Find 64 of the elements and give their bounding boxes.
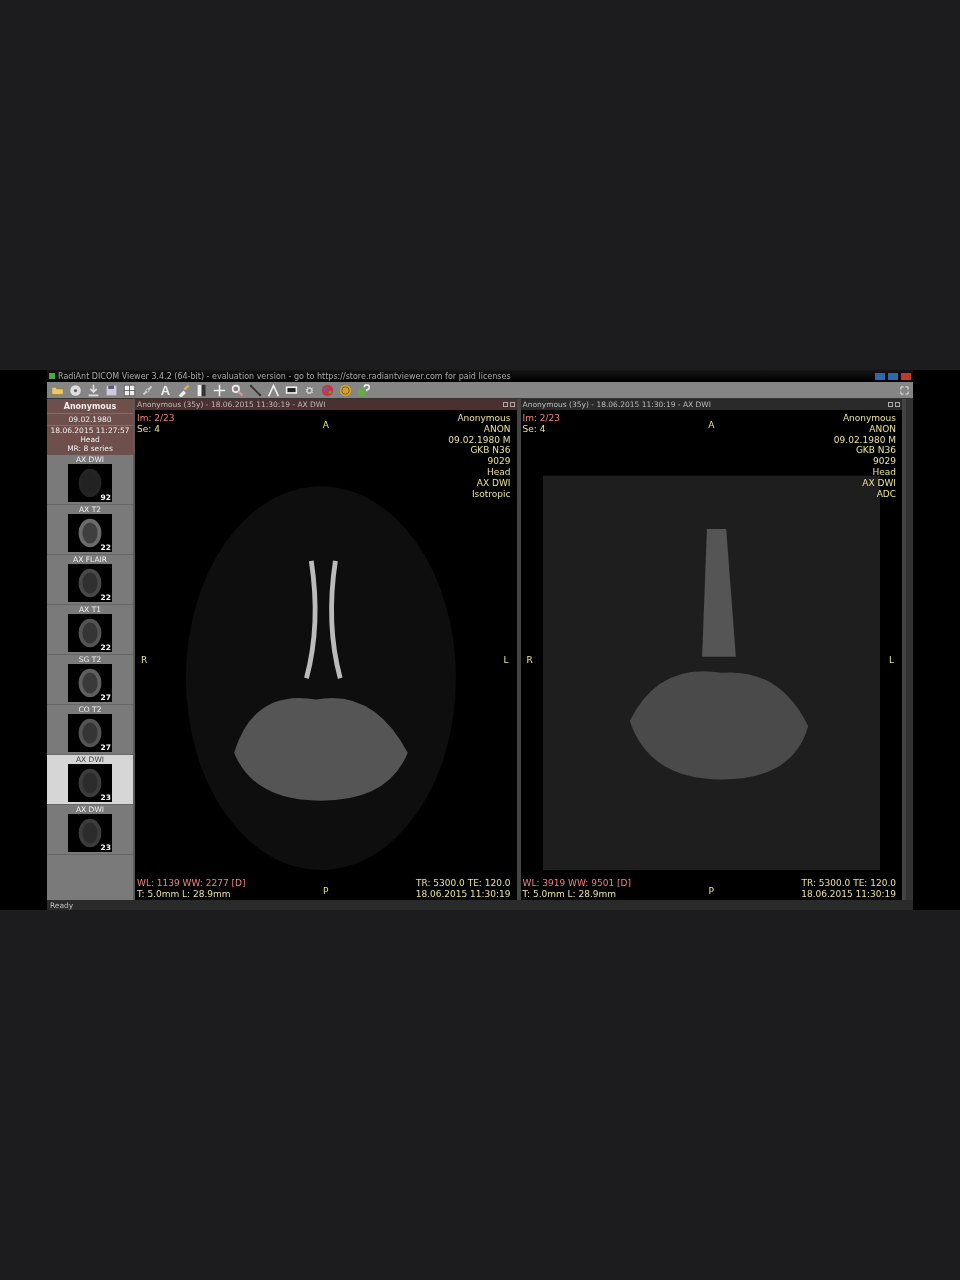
fullscreen-icon[interactable] (900, 385, 909, 395)
patient-info-text: ANON (482, 423, 511, 435)
download-icon[interactable] (87, 383, 100, 397)
patient-info-text: Anonymous (841, 413, 896, 424)
acquisition-date: 18.06.2015 11:30:19 (801, 889, 896, 900)
slice-thickness-text: T: 5.0mm L: 28.9mm (137, 889, 232, 900)
image-number: Im: 2/23 (522, 413, 561, 424)
patient-info-text: AX DWI (475, 477, 511, 489)
patient-info-text: AX DWI (861, 477, 896, 489)
orientation-marker: L (503, 655, 509, 666)
crosshair-icon[interactable] (213, 383, 226, 397)
save-icon[interactable] (105, 383, 118, 397)
acquisition-date: 18.06.2015 11:30:19 (415, 889, 511, 900)
minimize-button[interactable] (875, 372, 885, 380)
maximize-viewport-button[interactable] (502, 402, 508, 407)
close-viewport-button[interactable] (895, 402, 900, 407)
gear-icon[interactable] (303, 383, 316, 397)
orientation-marker: A (708, 420, 715, 431)
close-viewport-button[interactable] (509, 402, 515, 407)
zoom-icon[interactable] (231, 383, 244, 397)
ruler-icon[interactable] (249, 383, 262, 397)
orientation-marker: P (323, 886, 329, 897)
patient-info-text: Isotropic (470, 488, 511, 500)
scrollbar[interactable] (906, 399, 913, 900)
contrast-icon[interactable] (195, 383, 208, 397)
timing-text: TR: 5300.0 TE: 120.0 (415, 878, 511, 890)
patient-info-text: 09.02.1980 M (833, 434, 896, 446)
palette-icon[interactable] (321, 383, 334, 397)
patient-info-text: ANON (868, 423, 896, 435)
series-number: Se: 4 (522, 423, 547, 435)
orientation-marker: R (526, 655, 533, 666)
orientation-marker: L (889, 655, 894, 666)
brush-icon[interactable] (177, 383, 190, 397)
orientation-marker: P (708, 886, 714, 897)
image-number: Im: 2/23 (137, 413, 175, 424)
patient-info-text: Head (485, 467, 511, 478)
patient-info-text: 09.02.1980 M (448, 434, 511, 446)
patient-info-text: Head (871, 467, 896, 478)
monitor-icon[interactable] (285, 383, 298, 397)
disc-icon[interactable] (69, 383, 82, 397)
app-icon (49, 373, 55, 379)
grid-layout-icon[interactable] (123, 383, 136, 397)
window-level-text: WL: 3919 WW: 9501 [D] (522, 878, 631, 890)
patient-info-text: GKB N36 (469, 445, 511, 457)
window-title: RadiAnt DICOM Viewer 3.4.2 (64-bit) - evaluation version - go to https://store.radiantviewer.com for paid licenses (58, 371, 512, 381)
series-number: Se: 4 (137, 423, 161, 435)
maximize-button[interactable] (888, 372, 898, 380)
patient-info-text: ADC (875, 488, 896, 500)
patient-name: Anonymous (47, 401, 133, 414)
slice-thickness-text: T: 5.0mm L: 28.9mm (522, 889, 618, 900)
angle-icon[interactable] (267, 383, 280, 397)
timing-text: TR: 5300.0 TE: 120.0 (801, 878, 896, 890)
patient-info-text: 9029 (872, 456, 896, 467)
link-icon[interactable] (141, 383, 154, 397)
coin-icon[interactable] (339, 383, 352, 397)
maximize-viewport-button[interactable] (888, 402, 893, 407)
patient-info-text: Anonymous (456, 413, 511, 424)
patient-info-text: 9029 (486, 456, 511, 467)
close-button[interactable] (901, 372, 911, 380)
patient-info-text: GKB N36 (854, 445, 896, 457)
orientation-marker: A (322, 420, 329, 431)
orientation-marker: R (141, 655, 148, 666)
window-level-text: WL: 1139 WW: 2277 [D] (137, 878, 246, 890)
help-icon[interactable] (357, 383, 370, 397)
